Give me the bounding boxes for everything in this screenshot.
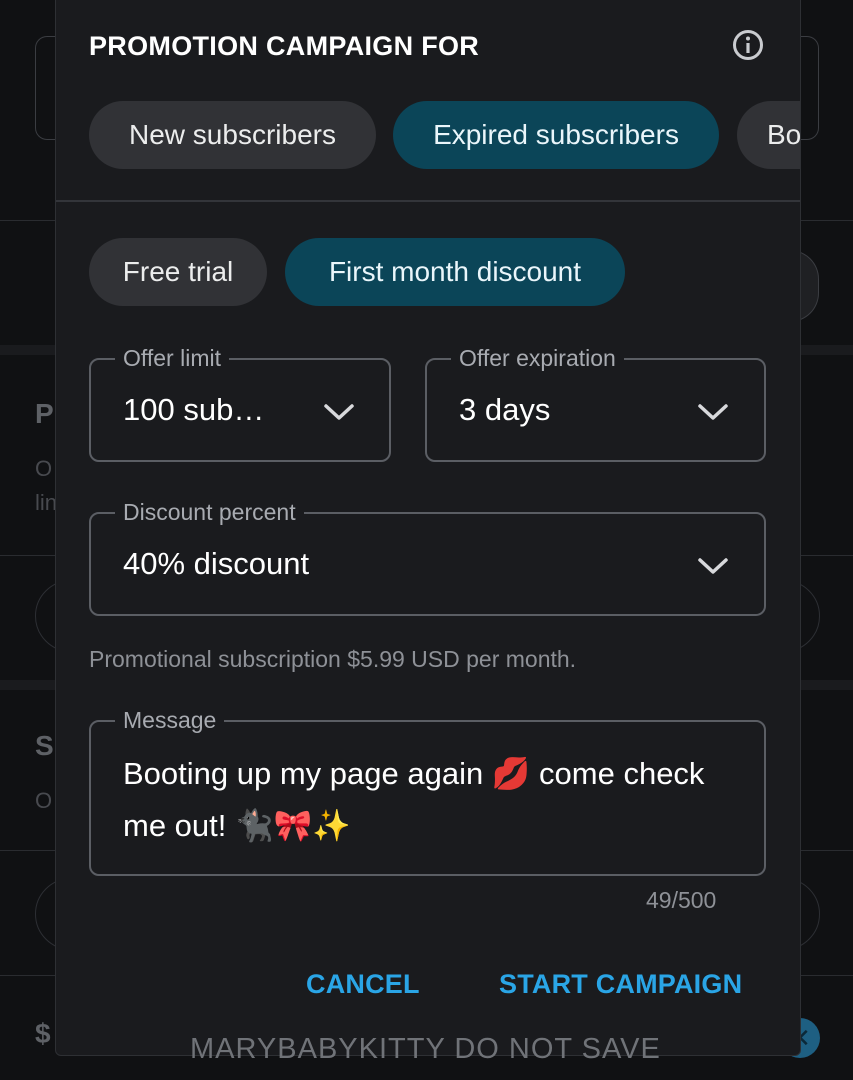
chip-free-trial[interactable]: Free trial <box>89 238 267 306</box>
offer-expiration-label: Offer expiration <box>451 342 624 374</box>
background-text: lin <box>35 490 58 515</box>
chevron-down-icon <box>324 404 354 420</box>
offer-expiration-select[interactable]: Offer expiration 3 days <box>425 342 766 462</box>
background-text: O <box>35 788 53 813</box>
discount-percent-select[interactable]: Discount percent 40% discount <box>89 496 766 616</box>
start-campaign-button[interactable]: START CAMPAIGN <box>499 969 742 1000</box>
background-heading: P <box>35 398 54 429</box>
discount-percent-value: 40% discount <box>123 546 310 581</box>
message-text[interactable]: Booting up my page again 💋 come check me… <box>123 748 723 852</box>
chip-bo[interactable]: Bo <box>737 101 801 169</box>
background-text: O <box>35 456 53 481</box>
watermark-text: MARYBABYKITTY DO NOT SAVE <box>190 1033 661 1065</box>
chip-expired-subscribers[interactable]: Expired subscribers <box>393 101 719 169</box>
offer-limit-label: Offer limit <box>115 342 229 374</box>
promotion-price-helper: Promotional subscription $5.99 USD per m… <box>89 646 577 672</box>
background-price: $ <box>35 1018 51 1049</box>
cancel-button[interactable]: CANCEL <box>306 969 420 1000</box>
discount-percent-label: Discount percent <box>115 496 304 528</box>
chevron-down-icon <box>698 404 728 420</box>
chip-label: First month discount <box>328 256 582 287</box>
message-field[interactable]: Message Booting up my page again 💋 come … <box>89 704 766 876</box>
chip-label: Free trial <box>122 256 234 287</box>
background-heading: S <box>35 730 54 761</box>
info-icon[interactable] <box>732 29 764 61</box>
offer-limit-value: 100 sub… <box>123 392 265 427</box>
chip-new-subscribers[interactable]: New subscribers <box>89 101 376 169</box>
offer-limit-select[interactable]: Offer limit 100 sub… <box>89 342 391 462</box>
offer-expiration-value: 3 days <box>459 392 551 427</box>
chevron-down-icon <box>698 558 728 574</box>
chip-label: Bo <box>767 119 801 150</box>
message-label: Message <box>115 704 225 736</box>
character-counter: 49/500 <box>646 887 717 913</box>
dialog-divider <box>56 200 800 202</box>
chip-first-month-discount[interactable]: First month discount <box>285 238 625 306</box>
dialog-title: PROMOTION CAMPAIGN FOR <box>89 31 480 61</box>
promotion-campaign-dialog: PROMOTION CAMPAIGN FOR New subscribers E… <box>55 0 801 1056</box>
chip-label: New subscribers <box>129 119 336 150</box>
chip-label: Expired subscribers <box>433 119 679 150</box>
